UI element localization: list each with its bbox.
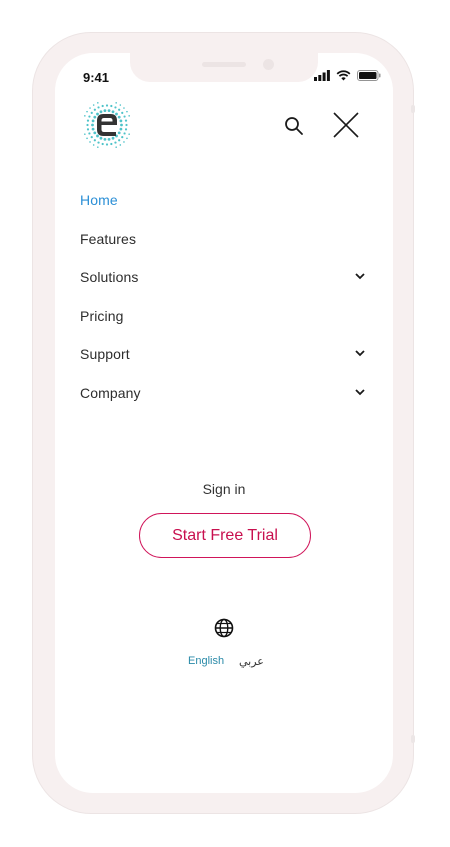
menu-item-label: Company — [80, 384, 141, 401]
wifi-icon — [336, 70, 351, 81]
menu-item-label: Solutions — [80, 269, 139, 286]
menu-item-solutions[interactable]: Solutions — [80, 258, 380, 297]
signal-icon — [314, 70, 330, 81]
language-arabic[interactable]: عربي — [239, 655, 264, 668]
language-english[interactable]: English — [188, 655, 224, 667]
menu-item-support[interactable]: Support — [80, 335, 380, 374]
chevron-down-icon[interactable] — [354, 386, 366, 398]
globe-icon — [214, 618, 234, 638]
menu-item-pricing[interactable]: Pricing — [80, 297, 380, 336]
start-free-trial-button[interactable]: Start Free Trial — [139, 513, 311, 558]
menu-item-label: Home — [80, 192, 118, 209]
main-menu: Home Features Solutions Pricing Support Compa… — [80, 181, 380, 412]
status-icons — [314, 70, 381, 81]
notch — [130, 53, 318, 82]
menu-item-home[interactable]: Home — [80, 181, 380, 220]
start-free-trial-label: Start Free Trial — [172, 526, 278, 544]
chevron-down-icon[interactable] — [354, 270, 366, 282]
e-dots-logo[interactable] — [81, 99, 133, 151]
close-icon[interactable] — [333, 112, 359, 138]
sign-in-link[interactable]: Sign in — [55, 481, 393, 497]
chevron-down-icon[interactable] — [354, 347, 366, 359]
phone-screen: 9:41 Home Features Solutions Pricing Suppor — [55, 53, 393, 793]
battery-icon — [357, 70, 381, 81]
menu-item-features[interactable]: Features — [80, 220, 380, 259]
search-icon[interactable] — [284, 116, 304, 136]
status-time: 9:41 — [83, 70, 110, 85]
speaker — [202, 62, 246, 67]
menu-item-label: Pricing — [80, 307, 124, 324]
camera — [263, 59, 274, 70]
phone-side-button — [411, 105, 415, 113]
menu-item-label: Support — [80, 346, 130, 363]
phone-side-button — [411, 735, 415, 743]
menu-item-label: Features — [80, 230, 137, 247]
menu-item-company[interactable]: Company — [80, 374, 380, 413]
